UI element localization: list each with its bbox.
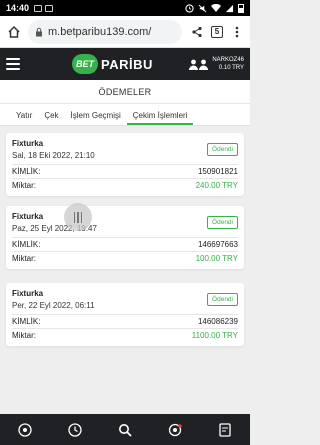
amount-label: Miktar: <box>12 254 36 263</box>
scroll-handle[interactable] <box>64 203 92 231</box>
transaction-method: Fixturka <box>12 289 44 298</box>
transaction-card: Fixturka Per, 22 Eyl 2022, 06:11 Ödendi … <box>6 283 244 346</box>
amount-label: Miktar: <box>12 181 36 190</box>
battery-icon <box>238 3 244 13</box>
status-badge: Ödendi <box>207 216 238 229</box>
transaction-amount-row: Miktar: 240.00 TRY <box>12 178 238 192</box>
transaction-amount: 100.00 TRY <box>195 254 238 263</box>
logo-word: PARİBU <box>101 56 153 72</box>
transaction-date: Per, 22 Eyl 2022, 06:11 <box>12 301 95 310</box>
transaction-date: Sal, 18 Eki 2022, 21:10 <box>12 151 95 160</box>
transaction-id-row: KİMLİK: 150901821 <box>12 164 238 178</box>
search-icon <box>119 423 132 437</box>
transaction-id-row: KİMLİK: 146086239 <box>12 314 238 328</box>
nav-search[interactable] <box>115 420 135 440</box>
signal-icon <box>225 4 234 12</box>
url-field[interactable]: m.betparibu139.com/ <box>28 19 182 44</box>
wifi-icon <box>211 3 221 12</box>
transaction-method: Fixturka <box>12 212 44 221</box>
home-button[interactable] <box>4 22 24 42</box>
transaction-id: 150901821 <box>197 167 238 176</box>
nav-betslip[interactable] <box>215 420 235 440</box>
transaction-amount-row: Miktar: 100.00 TRY <box>12 251 238 265</box>
url-text: m.betparibu139.com/ <box>48 25 152 38</box>
id-label: KİMLİK: <box>12 167 41 176</box>
lock-icon <box>36 27 42 36</box>
amount-label: Miktar: <box>12 331 36 340</box>
transaction-id: 146086239 <box>197 317 238 326</box>
balance: 0.10 TRY <box>218 65 244 71</box>
tab-count: 5 <box>211 25 223 38</box>
user-account[interactable]: NARKOZ46 0.10 TRY <box>189 56 244 72</box>
nav-live[interactable] <box>165 420 185 440</box>
share-button[interactable] <box>188 22 206 42</box>
page-title: ÖDEMELER <box>0 80 250 104</box>
tab-withdraw[interactable]: Çek <box>38 111 64 125</box>
id-label: KİMLİK: <box>12 240 41 249</box>
user-icon <box>199 59 209 70</box>
nav-history[interactable] <box>65 420 85 440</box>
more-vert-icon <box>235 26 239 37</box>
bottom-nav <box>0 414 250 445</box>
nav-sports[interactable] <box>15 420 35 440</box>
tab-deposit[interactable]: Yatır <box>10 111 38 125</box>
tab-switcher-button[interactable]: 5 <box>208 22 226 42</box>
browser-menu-button[interactable] <box>228 22 246 42</box>
transaction-id: 146697663 <box>197 240 238 249</box>
browser-address-bar: m.betparibu139.com/ 5 <box>0 16 250 48</box>
username: NARKOZ46 <box>212 57 244 63</box>
transaction-card: Fixturka Sal, 18 Eki 2022, 21:10 Ödendi … <box>6 133 244 196</box>
sports-ball-icon <box>18 422 32 437</box>
home-icon <box>8 25 20 38</box>
transaction-card: Fixturka Paz, 25 Eyl 2022, 19:47 Ödendi … <box>6 206 244 269</box>
status-badge: Ödendi <box>207 293 238 306</box>
status-badge: Ödendi <box>207 143 238 156</box>
share-icon <box>192 26 202 37</box>
transaction-amount: 240.00 TRY <box>195 181 238 190</box>
transaction-amount: 1100.00 TRY <box>191 331 238 340</box>
transaction-id-row: KİMLİK: 146697663 <box>12 237 238 251</box>
menu-icon[interactable] <box>6 58 20 70</box>
id-label: KİMLİK: <box>12 317 41 326</box>
tab-withdrawal-transactions[interactable]: Çekim İşlemleri <box>126 111 194 125</box>
transaction-date: Paz, 25 Eyl 2022, 19:47 <box>12 224 97 233</box>
clock-icon <box>68 422 82 437</box>
betslip-icon <box>219 422 231 437</box>
transaction-method: Fixturka <box>12 139 44 148</box>
alarm-icon <box>185 3 194 13</box>
status-bar: 14:40 <box>0 0 250 16</box>
status-time: 14:40 <box>6 3 30 13</box>
user-icon <box>189 59 199 70</box>
gallery-notification-icon <box>45 4 54 12</box>
mute-icon <box>198 4 207 12</box>
payment-tabs: Yatır Çek İşlem Geçmişi Çekim İşlemleri <box>0 104 250 126</box>
tab-transaction-history[interactable]: İşlem Geçmişi <box>65 111 127 125</box>
site-logo[interactable]: BET PARİBU <box>72 54 153 74</box>
site-header: BET PARİBU NARKOZ46 0.10 TRY <box>0 48 250 80</box>
image-notification-icon <box>34 4 43 12</box>
logo-badge: BET <box>72 54 98 74</box>
transaction-amount-row: Miktar: 1100.00 TRY <box>12 328 238 342</box>
live-icon <box>168 423 182 436</box>
